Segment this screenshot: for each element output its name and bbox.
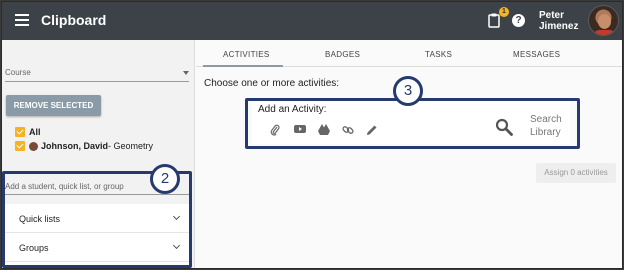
app-frame: Clipboard 1 ? Peter Jimenez Course REMOV…	[1, 1, 623, 269]
checkbox-checked-icon[interactable]	[15, 127, 25, 137]
user-last-name: Jimenez	[539, 21, 579, 32]
help-icon[interactable]: ?	[512, 14, 525, 27]
course-select-label: Course	[5, 68, 31, 77]
notification-badge: 1	[499, 7, 509, 17]
student-course: - Geometry	[108, 141, 154, 151]
annotation-box-right	[245, 98, 580, 149]
active-tab-indicator	[203, 65, 283, 67]
student-avatar	[29, 141, 38, 151]
user-name[interactable]: Peter Jimenez	[539, 10, 579, 32]
user-first-name: Peter	[539, 10, 565, 21]
tab-badges[interactable]: BADGES	[325, 50, 360, 59]
menu-icon[interactable]	[15, 14, 29, 26]
tab-tasks[interactable]: TASKS	[425, 50, 452, 59]
main-panel: ACTIVITIES BADGES TASKS MESSAGES Choose …	[196, 40, 622, 268]
check-all-row[interactable]: All	[15, 126, 41, 138]
remove-selected-button[interactable]: REMOVE SELECTED	[6, 95, 101, 116]
clipboard-icon[interactable]	[488, 13, 500, 28]
check-all-label: All	[29, 127, 41, 137]
check-student-row[interactable]: Johnson, David - Geometry	[15, 140, 153, 152]
choose-activities-label: Choose one or more activities:	[204, 78, 340, 89]
annotation-number-3: 3	[393, 76, 423, 106]
top-bar: Clipboard 1 ? Peter Jimenez	[2, 2, 622, 40]
avatar[interactable]	[588, 5, 619, 36]
tab-bar: ACTIVITIES BADGES TASKS MESSAGES	[196, 40, 622, 67]
dropdown-arrow-icon	[183, 71, 189, 75]
tab-activities[interactable]: ACTIVITIES	[223, 50, 270, 59]
course-select[interactable]: Course	[5, 66, 189, 82]
tab-messages[interactable]: MESSAGES	[513, 50, 560, 59]
annotation-number-2: 2	[150, 164, 180, 194]
assign-activities-button[interactable]: Assign 0 activities	[536, 163, 616, 183]
checkbox-checked-icon[interactable]	[15, 141, 25, 151]
student-name: Johnson, David	[41, 141, 109, 151]
app-title: Clipboard	[41, 12, 107, 28]
